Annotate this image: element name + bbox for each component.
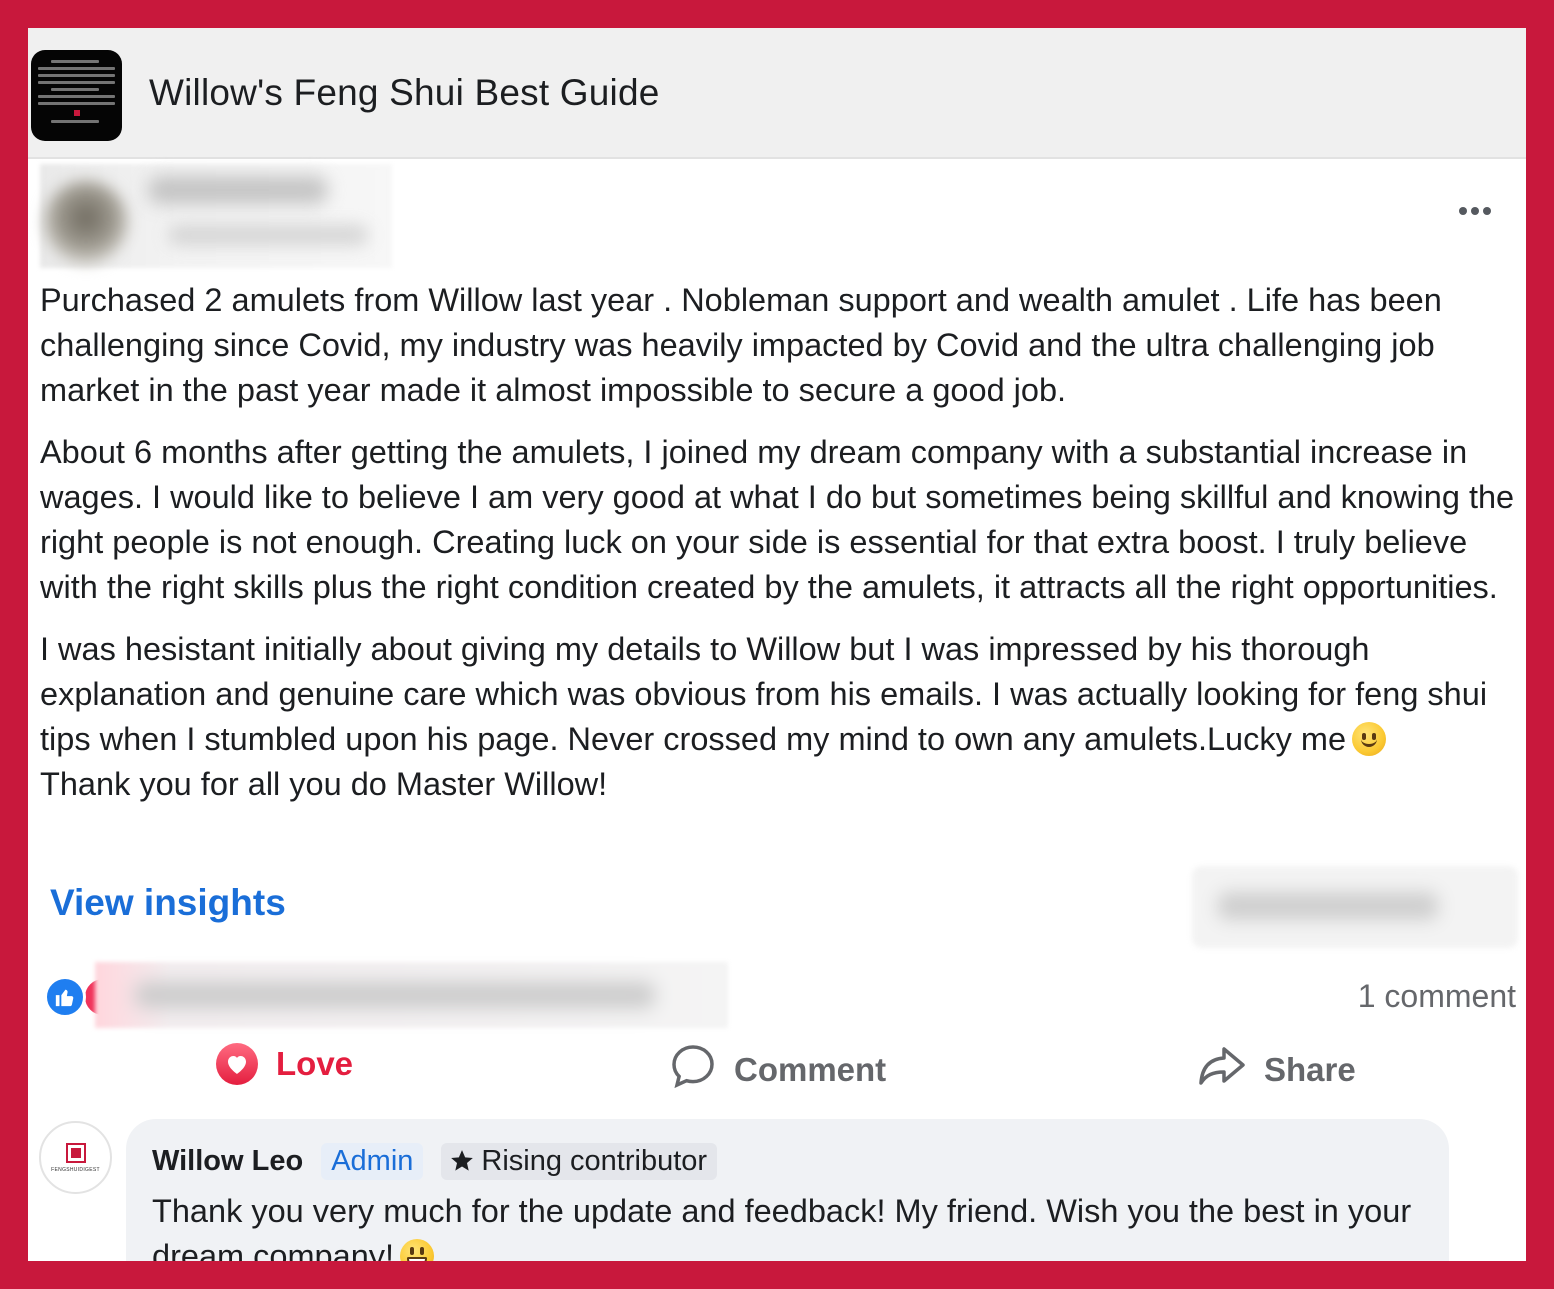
- comment-count[interactable]: 1 comment: [1358, 978, 1516, 1015]
- admin-badge[interactable]: Admin: [321, 1142, 424, 1180]
- action-bar: Love Comment Share: [28, 1033, 1526, 1103]
- rising-contributor-label: Rising contributor: [481, 1144, 708, 1177]
- comment-button[interactable]: Comment: [670, 1043, 886, 1097]
- author-name-redacted[interactable]: [148, 176, 328, 204]
- star-icon: [451, 1150, 474, 1171]
- commenter-name[interactable]: Willow Leo: [152, 1145, 303, 1178]
- view-insights-link[interactable]: View insights: [50, 882, 286, 924]
- love-button[interactable]: Love: [216, 1043, 353, 1085]
- commenter-avatar[interactable]: FENGSHUIDIGEST: [39, 1121, 112, 1194]
- comment-header: Willow Leo Admin Rising contributor: [152, 1135, 1423, 1187]
- post-paragraph-text: Thank you for all you do Master Willow!: [40, 766, 608, 802]
- share-label: Share: [1264, 1051, 1356, 1088]
- post-card: Willow's Feng Shui Best Guide Purchased …: [28, 28, 1526, 1261]
- post-paragraph: About 6 months after getting the amulets…: [40, 434, 1515, 605]
- avatar-brand-text: FENGSHUIDIGEST: [51, 1166, 100, 1173]
- comment-bubble-icon: [670, 1043, 716, 1097]
- comment-label: Comment: [734, 1051, 887, 1088]
- brand-logo-icon: [65, 1142, 86, 1163]
- like-reaction-icon[interactable]: [44, 976, 86, 1018]
- boost-button-redacted[interactable]: [1192, 866, 1518, 948]
- reactors-redacted[interactable]: [95, 962, 728, 1028]
- group-header: Willow's Feng Shui Best Guide: [28, 28, 1526, 159]
- grinning-emoji-icon: [400, 1239, 435, 1261]
- rising-contributor-badge[interactable]: Rising contributor: [441, 1142, 718, 1180]
- comment-text: Thank you very much for the update and f…: [152, 1189, 1412, 1261]
- author-avatar[interactable]: [44, 180, 128, 264]
- group-logo[interactable]: [31, 50, 122, 141]
- slightly-smiling-emoji-icon: [1352, 722, 1387, 756]
- group-title[interactable]: Willow's Feng Shui Best Guide: [149, 72, 660, 114]
- share-arrow-icon: [1198, 1043, 1246, 1097]
- heart-icon: [216, 1043, 258, 1085]
- post-paragraph-text: I was hesistant initially about giving m…: [40, 631, 1488, 757]
- love-label: Love: [276, 1045, 354, 1082]
- post-paragraph: Purchased 2 amulets from Willow last yea…: [40, 282, 1442, 408]
- more-options-icon[interactable]: [1452, 200, 1498, 222]
- post-paragraph-with-emoji: I was hesistant initially about giving m…: [40, 627, 1520, 807]
- post-body: Purchased 2 amulets from Willow last yea…: [40, 278, 1520, 824]
- share-button[interactable]: Share: [1198, 1043, 1356, 1097]
- comment-text-body: Thank you very much for the update and f…: [152, 1193, 1412, 1261]
- comment-bubble: Willow Leo Admin Rising contributor Than…: [126, 1119, 1449, 1261]
- post-meta-redacted: [168, 224, 368, 246]
